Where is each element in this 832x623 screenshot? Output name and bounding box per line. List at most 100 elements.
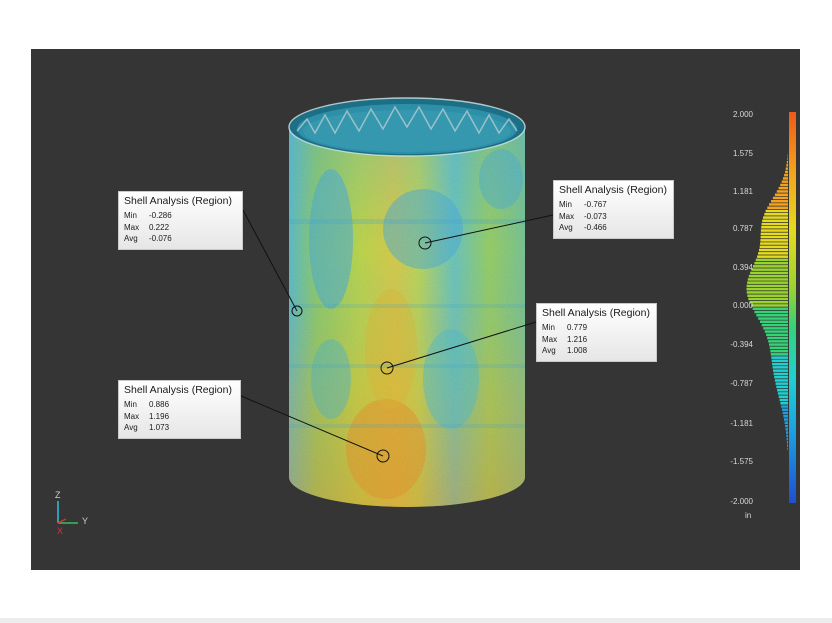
- histogram-bin: [754, 310, 788, 314]
- histogram-bin: [758, 317, 788, 320]
- histogram-bin: [748, 297, 788, 301]
- histogram-bin: [777, 389, 788, 392]
- min-value: -0.286: [149, 211, 172, 220]
- avg-label: Avg: [124, 423, 138, 432]
- histogram-bin: [760, 229, 788, 232]
- histogram-bin: [784, 418, 788, 421]
- avg-label: Avg: [542, 346, 556, 355]
- histogram-bin: [747, 294, 788, 297]
- histogram-bin: [746, 291, 788, 294]
- legend-tick: -0.787: [730, 379, 753, 388]
- avg-value: -0.076: [149, 234, 172, 243]
- axis-y-label: Y: [82, 516, 89, 526]
- histogram-bin: [782, 408, 788, 411]
- callout-region-3[interactable]: Shell Analysis (Region) Min 0.779 Max 1.21…: [536, 303, 657, 362]
- histogram-bin: [752, 265, 788, 268]
- histogram-bin: [764, 330, 788, 333]
- min-value: 0.886: [149, 400, 170, 409]
- histogram-bin: [765, 209, 788, 213]
- histogram-bin: [785, 424, 788, 428]
- histogram-bin: [783, 177, 788, 180]
- histogram-bin: [773, 372, 788, 376]
- histogram-bin: [758, 252, 788, 255]
- callout-title: Shell Analysis (Region): [559, 184, 667, 196]
- histogram-bin: [759, 245, 788, 249]
- histogram-bin: [787, 447, 788, 451]
- avg-label: Avg: [124, 234, 138, 243]
- cylinder-top-opening: [288, 97, 526, 157]
- axis-z-label: Z: [55, 490, 61, 500]
- avg-value: 1.008: [567, 346, 588, 355]
- histogram-bin: [778, 186, 788, 190]
- histogram-bin: [760, 320, 788, 323]
- legend-tick: -2.000: [730, 497, 753, 506]
- max-label: Max: [124, 411, 140, 421]
- callout-region-1[interactable]: Shell Analysis (Region) Min -0.286 Max 0.2…: [118, 191, 243, 250]
- min-value: 0.779: [567, 323, 588, 332]
- histogram-bin: [772, 362, 788, 366]
- histogram-bin: [787, 154, 788, 157]
- max-label: Max: [542, 334, 558, 344]
- max-label: Max: [124, 222, 140, 232]
- histogram-bin: [784, 421, 788, 424]
- cylinder-scene[interactable]: [31, 49, 800, 570]
- callout-region-4[interactable]: Shell Analysis (Region) Min 0.886 Max 1.19…: [118, 380, 241, 439]
- histogram-bin: [774, 375, 788, 379]
- histogram-bin: [759, 248, 788, 252]
- histogram-bin: [786, 160, 788, 164]
- legend-tick: 0.787: [732, 224, 753, 233]
- min-value: -0.767: [584, 200, 607, 209]
- histogram-bin: [760, 235, 788, 239]
- max-value: 0.222: [149, 222, 170, 232]
- histogram-bin: [770, 349, 788, 353]
- histogram-bin: [781, 180, 788, 183]
- avg-value: 1.073: [149, 423, 170, 432]
- histogram-bin: [763, 216, 788, 219]
- axis-x-label: X: [57, 526, 64, 536]
- axis-triad: [57, 501, 78, 524]
- histogram-bin: [763, 327, 788, 330]
- histogram-bin: [751, 268, 788, 271]
- histogram-bin: [775, 382, 788, 385]
- histogram-bin: [786, 437, 788, 441]
- 3d-viewport[interactable]: Shell Analysis (Region) Min -0.286 Max 0.2…: [31, 49, 800, 570]
- histogram-bin: [778, 395, 788, 398]
- histogram-bin: [764, 213, 788, 216]
- callout-title: Shell Analysis (Region): [124, 384, 232, 396]
- histogram-bin: [785, 170, 788, 174]
- histogram-bin: [754, 261, 788, 265]
- histogram-bin: [768, 340, 788, 343]
- histogram-bin: [776, 385, 788, 389]
- histogram-bin: [782, 411, 788, 415]
- histogram-bin: [751, 304, 788, 307]
- histogram-bin: [773, 369, 788, 372]
- histogram-bin: [767, 336, 788, 340]
- histogram-bin: [776, 190, 788, 193]
- histogram-bin: [769, 203, 788, 206]
- histogram-bin: [786, 164, 788, 167]
- cylinder-body[interactable]: [289, 94, 525, 514]
- legend-unit: in: [745, 511, 752, 520]
- histogram-bin: [746, 287, 788, 291]
- histogram-bin: [774, 379, 788, 382]
- max-label: Max: [559, 211, 575, 221]
- histogram-bin: [774, 193, 788, 196]
- histogram-bin: [748, 274, 788, 278]
- histogram-bin: [749, 301, 788, 304]
- legend-color-bar: [789, 112, 796, 503]
- callout-title: Shell Analysis (Region): [542, 307, 650, 319]
- min-label: Min: [124, 211, 137, 220]
- legend-tick: -1.181: [730, 419, 753, 428]
- legend-tick: 2.000: [732, 110, 753, 119]
- legend-tick: 1.575: [732, 149, 753, 158]
- max-value: 1.196: [149, 411, 170, 421]
- histogram-bin: [787, 444, 788, 447]
- histogram-bin: [786, 431, 788, 434]
- histogram-bin: [750, 271, 788, 275]
- histogram-bin: [771, 200, 788, 203]
- histogram-bin: [760, 242, 788, 245]
- min-label: Min: [542, 323, 555, 332]
- histogram-bin: [786, 441, 788, 444]
- histogram-bin: [769, 343, 788, 346]
- callout-region-2[interactable]: Shell Analysis (Region) Min -0.767 Max -0.…: [553, 180, 674, 239]
